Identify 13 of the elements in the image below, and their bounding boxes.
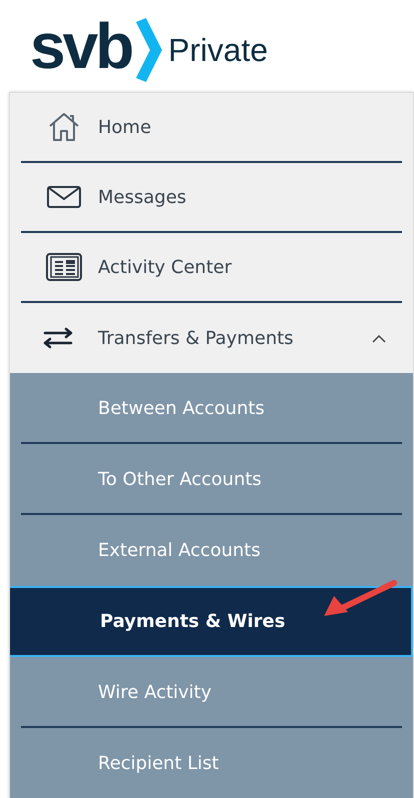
caret-up-icon[interactable]: [371, 334, 387, 344]
envelope-icon: [46, 186, 80, 208]
home-icon: [46, 111, 80, 143]
menu-item[interactable]: Home: [21, 93, 402, 163]
transfer-arrows-icon: [41, 327, 75, 349]
submenu-item[interactable]: Payments & Wires: [10, 586, 413, 657]
menu-item[interactable]: Messages: [21, 163, 402, 233]
product-name: Private: [168, 32, 268, 68]
newspaper-icon: [46, 253, 82, 281]
menu-item[interactable]: Activity Center: [21, 233, 402, 303]
brand-logo: svb: [30, 14, 132, 78]
chevron-icon: [134, 18, 162, 82]
menu-item[interactable]: Transfers & Payments: [10, 303, 401, 373]
